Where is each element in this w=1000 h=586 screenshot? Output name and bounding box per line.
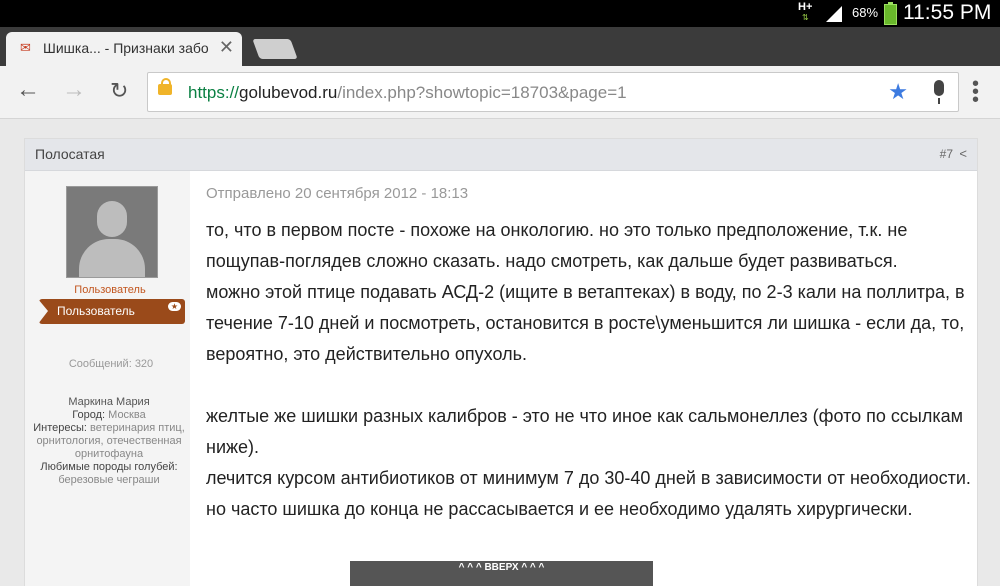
post-paragraph: лечится курсом антибиотиков от минимум 7… [206,468,971,519]
author-info: Пользователь Пользователь ★ Сообщений: 3… [25,171,190,586]
page-content: Полосатая #7 < Пользователь Пользователь… [0,119,1000,586]
signal-icon [826,6,842,22]
profile-city-label: Город: [72,409,106,421]
post-paragraph: можно этой птице подавать АСД-2 (ищите в… [206,282,965,364]
profile-city: Москва [108,409,146,421]
profile-fields: Маркина Мария Город: Москва Интересы: ве… [29,396,189,487]
url-text[interactable]: https://golubevod.ru/index.php?showtopic… [188,83,627,103]
status-bar: H+ ⇅ 68% 11:55 PM [0,0,1000,27]
profile-city-row: Город: Москва [29,409,189,422]
pigeon-favicon-icon: ✉ [20,40,31,55]
ribbon-text: Пользователь [57,304,135,318]
profile-breeds-label: Любимые породы голубей: [40,461,178,473]
post-text: то, что в первом посте - похоже на онкол… [206,215,972,525]
back-icon[interactable]: ← [16,78,40,102]
url-scheme: https:// [188,83,240,102]
lock-icon [158,78,172,95]
scroll-to-top-button[interactable]: ^ ^ ^ ВВЕРХ ^ ^ ^ [350,561,653,586]
avatar[interactable] [66,186,158,278]
new-tab-button[interactable] [252,39,298,59]
reload-icon[interactable]: ↻ [110,79,128,103]
post-header: Полосатая #7 < [25,139,977,171]
post-author-name[interactable]: Полосатая [35,146,105,162]
battery-percent: 68% [852,5,879,20]
overflow-menu-icon[interactable]: • • • [972,74,979,110]
tab-strip: ✉ Шишка... - Признаки забо ✕ [0,27,1000,66]
url-host: golubevod.ru [239,83,338,102]
data-activity-icon: ⇅ [802,13,809,22]
ribbon-notch [38,299,48,324]
profile-breeds: березовые чеграши [58,474,160,486]
browser-toolbar: ← → ↻ https://golubevod.ru/index.php?sho… [0,66,1000,119]
rank-badge-icon: ★ [167,302,181,311]
avatar-head-shape [97,201,127,237]
profile-interests-row: Интересы: ветеринария птиц, орнитология,… [29,422,189,461]
forward-icon[interactable]: → [62,78,86,102]
network-type: H+ [798,1,813,13]
tab-title: Шишка... - Признаки забо [43,40,209,56]
post-number[interactable]: #7 [940,147,953,161]
address-bar[interactable]: https://golubevod.ru/index.php?showtopic… [147,72,959,112]
share-icon[interactable]: < [959,146,967,161]
post-date: Отправлено 20 сентября 2012 - 18:13 [206,185,469,202]
tab-active[interactable]: ✉ Шишка... - Признаки забо ✕ [6,32,242,66]
profile-breeds-row: Любимые породы голубей: березовые чеграш… [29,461,189,487]
url-path: /index.php?showtopic=18703&page=1 [337,83,627,102]
clock: 11:55 PM [903,1,992,24]
profile-real-name: Маркина Мария [68,396,150,408]
microphone-icon[interactable] [934,80,944,104]
post-paragraph: желтые же шишки разных калибров - это не… [206,406,963,457]
user-group-label: Пользователь [74,284,146,296]
bookmark-star-icon[interactable]: ★ [888,79,908,105]
battery-icon [884,2,897,25]
user-group-ribbon: Пользователь ★ [38,299,185,324]
forum-post: Полосатая #7 < Пользователь Пользователь… [24,138,978,586]
posts-count: Сообщений: 320 [68,358,154,370]
close-tab-icon[interactable]: ✕ [219,37,234,58]
profile-interests-label: Интересы: [33,422,87,434]
avatar-body-shape [79,239,145,277]
post-paragraph: то, что в первом посте - похоже на онкол… [206,220,908,271]
